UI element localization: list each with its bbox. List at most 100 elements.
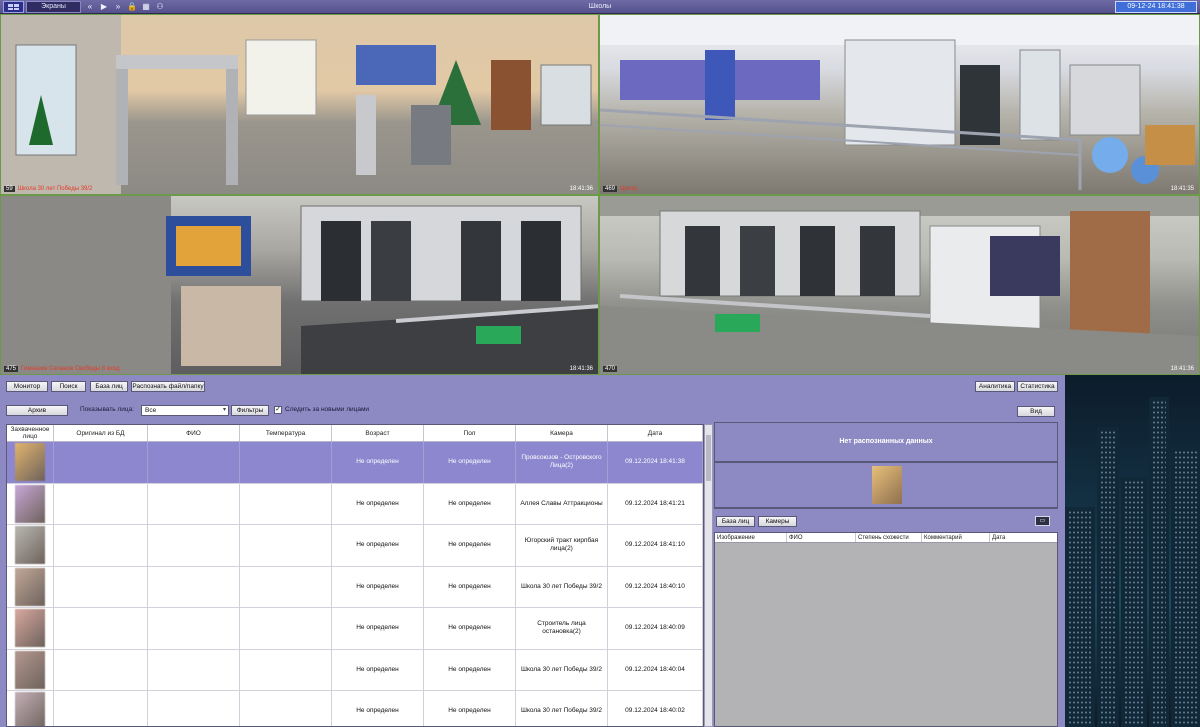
empty-cell bbox=[240, 608, 332, 649]
title-bar: Экраны « ▶ » 🔒 ▦ ⚇ Школы 09-12-24 18:41:… bbox=[0, 0, 1200, 14]
empty-cell bbox=[240, 566, 332, 607]
age-cell: Не определен bbox=[332, 649, 424, 690]
sex-cell: Не определен bbox=[424, 566, 516, 607]
table-row[interactable]: Не определен Не определен Школа 30 лет Поб… bbox=[7, 649, 703, 691]
building bbox=[1149, 397, 1169, 727]
scrollbar-thumb[interactable] bbox=[706, 435, 711, 481]
lock-icon[interactable]: 🔒 bbox=[126, 1, 138, 13]
camera-cell: Строитель лица остановка(2) bbox=[516, 608, 608, 649]
monitor-button[interactable]: Монитор bbox=[6, 381, 48, 392]
building bbox=[1121, 477, 1147, 727]
column-header[interactable]: Камера bbox=[516, 425, 608, 441]
camera-label: 475 Гимназия Селанов Свободы 8 вход bbox=[4, 366, 120, 372]
camera-label: 59 Школа 30 лет Победы 39/2 bbox=[4, 186, 93, 192]
archive-button[interactable]: Архив bbox=[6, 405, 68, 416]
age-cell: Не определен bbox=[332, 691, 424, 726]
chevron-down-icon: ▾ bbox=[222, 407, 226, 413]
search-button[interactable]: Поиск bbox=[51, 381, 86, 392]
faces-table: Захваченное лицо Оригинал из БД ФИО Темп… bbox=[6, 424, 704, 727]
column-header[interactable]: Дата bbox=[990, 533, 1057, 542]
empty-cell bbox=[148, 691, 240, 726]
network-icon[interactable]: ⚇ bbox=[154, 1, 166, 13]
table-row[interactable]: Не определен Не определен Аллея Славы Аттр… bbox=[7, 483, 703, 525]
column-header[interactable]: Оригинал из БД bbox=[54, 425, 148, 441]
camera-cell: Аллея Славы Аттракционы bbox=[516, 483, 608, 524]
column-header[interactable]: Захваченное лицо bbox=[7, 425, 54, 441]
camera-view-4[interactable]: 470 18:41:36 bbox=[599, 195, 1200, 375]
face-db-button[interactable]: База лиц bbox=[90, 381, 128, 392]
play-icon[interactable]: ▶ bbox=[98, 1, 110, 13]
column-header[interactable]: Возраст bbox=[332, 425, 424, 441]
age-cell: Не определен bbox=[332, 525, 424, 566]
matches-table: Изображение ФИО Степень схожести Коммент… bbox=[714, 532, 1058, 727]
captured-face-cell bbox=[7, 483, 54, 524]
sex-cell: Не определен bbox=[424, 442, 516, 483]
filters-button[interactable]: Фильтры bbox=[231, 405, 269, 416]
forward-icon[interactable]: » bbox=[112, 1, 124, 13]
window-title: Школы bbox=[588, 3, 612, 10]
sex-cell: Не определен bbox=[424, 691, 516, 726]
camera-cell: Школа 30 лет Победы 39/2 bbox=[516, 566, 608, 607]
captured-face-image bbox=[15, 609, 45, 648]
rewind-icon[interactable]: « bbox=[84, 1, 96, 13]
divider bbox=[714, 508, 1058, 509]
captured-face-preview bbox=[714, 462, 1058, 508]
analytics-button[interactable]: Аналитика bbox=[975, 381, 1015, 392]
show-faces-value: Все bbox=[145, 407, 157, 414]
show-faces-select[interactable]: Все ▾ bbox=[141, 405, 229, 416]
table-scrollbar[interactable] bbox=[704, 424, 713, 727]
follow-new-faces-checkbox[interactable]: ✓ bbox=[274, 406, 282, 414]
captured-face-image bbox=[15, 650, 45, 689]
camera-view-3[interactable]: 475 Гимназия Селанов Свободы 8 вход 18:41… bbox=[0, 195, 599, 375]
layout-icon[interactable]: ▦ bbox=[140, 1, 152, 13]
camera-view-1[interactable]: 59 Школа 30 лет Победы 39/2 18:41:36 bbox=[0, 14, 599, 195]
empty-cell bbox=[54, 483, 148, 524]
empty-cell bbox=[240, 649, 332, 690]
screens-button[interactable]: Экраны bbox=[26, 1, 81, 13]
recognize-file-button[interactable]: Распознать файл/папку bbox=[131, 381, 205, 392]
table-row[interactable]: Не определен Не определен Школа 30 лет Поб… bbox=[7, 566, 703, 608]
empty-cell bbox=[54, 566, 148, 607]
statistics-button[interactable]: Статистика bbox=[1017, 381, 1058, 392]
empty-cell bbox=[240, 525, 332, 566]
empty-cell bbox=[148, 483, 240, 524]
empty-cell bbox=[240, 691, 332, 726]
table-row[interactable]: Не определен Не определен Строитель лица о… bbox=[7, 608, 703, 650]
tab-cameras[interactable]: Камеры bbox=[758, 516, 797, 527]
column-header[interactable]: ФИО bbox=[148, 425, 240, 441]
building bbox=[1065, 507, 1095, 727]
table-header: Захваченное лицо Оригинал из БД ФИО Темп… bbox=[7, 425, 703, 442]
tab-face-db[interactable]: База лиц bbox=[716, 516, 755, 527]
column-header[interactable]: ФИО bbox=[787, 533, 856, 542]
date-cell: 09.12.2024 18:40:02 bbox=[608, 691, 703, 726]
captured-face-cell bbox=[7, 691, 54, 726]
empty-cell bbox=[54, 442, 148, 483]
empty-cell bbox=[148, 649, 240, 690]
table-row[interactable]: Не определен Не определен Провсоюзов - Ост… bbox=[7, 442, 703, 484]
camera-view-2[interactable]: 469 Центр 18:41:35 bbox=[599, 14, 1200, 195]
grid-icon[interactable] bbox=[3, 1, 24, 13]
empty-cell bbox=[240, 483, 332, 524]
table-row[interactable]: Не определен Не определен Югорский тракт к… bbox=[7, 525, 703, 567]
age-cell: Не определен bbox=[332, 442, 424, 483]
table-body: Не определен Не определен Провсоюзов - Ост… bbox=[7, 442, 703, 726]
export-icon[interactable]: ▭ bbox=[1035, 516, 1050, 526]
camera-scene-4 bbox=[600, 196, 1199, 374]
empty-cell bbox=[148, 608, 240, 649]
follow-new-faces-label: Следить за новыми лицами bbox=[285, 406, 370, 413]
captured-face-cell bbox=[7, 566, 54, 607]
captured-face-image bbox=[15, 567, 45, 606]
table-row[interactable]: Не определен Не определен Школа 30 лет Поб… bbox=[7, 691, 703, 726]
column-header[interactable]: Пол bbox=[424, 425, 516, 441]
column-header[interactable]: Дата bbox=[608, 425, 703, 441]
column-header[interactable]: Степень схожести bbox=[856, 533, 922, 542]
view-button[interactable]: Вид bbox=[1017, 406, 1055, 417]
column-header[interactable]: Изображение bbox=[715, 533, 787, 542]
camera-scene-3 bbox=[1, 196, 598, 374]
date-cell: 09.12.2024 18:40:09 bbox=[608, 608, 703, 649]
captured-face-image bbox=[15, 692, 45, 726]
column-header[interactable]: Температура bbox=[240, 425, 332, 441]
captured-face-cell bbox=[7, 525, 54, 566]
camera-label: 470 bbox=[603, 366, 618, 372]
column-header[interactable]: Комментарий bbox=[922, 533, 990, 542]
